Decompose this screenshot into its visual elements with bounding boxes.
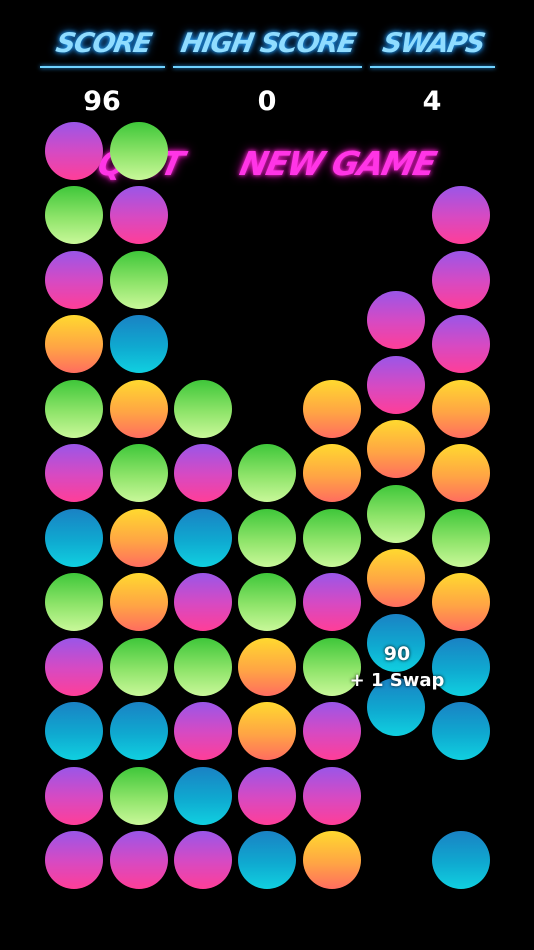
ball-magenta[interactable] [174, 831, 232, 889]
ball-orange[interactable] [432, 380, 490, 438]
ball-blue[interactable] [110, 702, 168, 760]
ball-orange[interactable] [238, 702, 296, 760]
ball-magenta[interactable] [45, 122, 103, 180]
ball-blue[interactable] [45, 702, 103, 760]
ball-orange[interactable] [303, 831, 361, 889]
ball-green[interactable] [303, 509, 361, 567]
ball-green[interactable] [45, 380, 103, 438]
ball-blue[interactable] [432, 702, 490, 760]
ball-green[interactable] [45, 573, 103, 631]
ball-green[interactable] [110, 767, 168, 825]
ball-orange[interactable] [303, 380, 361, 438]
ball-magenta[interactable] [174, 573, 232, 631]
ball-magenta[interactable] [110, 186, 168, 244]
ball-orange[interactable] [110, 509, 168, 567]
ball-magenta[interactable] [174, 702, 232, 760]
ball-orange[interactable] [110, 573, 168, 631]
ball-magenta[interactable] [45, 767, 103, 825]
ball-green[interactable] [238, 444, 296, 502]
ball-green[interactable] [432, 509, 490, 567]
ball-orange[interactable] [303, 444, 361, 502]
ball-magenta[interactable] [45, 638, 103, 696]
ball-magenta[interactable] [303, 767, 361, 825]
ball-magenta[interactable] [303, 702, 361, 760]
ball-magenta[interactable] [45, 444, 103, 502]
ball-green[interactable] [110, 638, 168, 696]
ball-green[interactable] [110, 251, 168, 309]
score-popup-points: 90 [383, 643, 411, 665]
ball-magenta[interactable] [45, 831, 103, 889]
ball-magenta[interactable] [174, 444, 232, 502]
ball-blue[interactable] [174, 509, 232, 567]
ball-magenta[interactable] [45, 251, 103, 309]
ball-magenta[interactable] [432, 315, 490, 373]
ball-orange[interactable] [367, 549, 425, 607]
score-popup-bonus: + 1 Swap [349, 670, 445, 691]
ball-blue[interactable] [110, 315, 168, 373]
ball-blue[interactable] [432, 831, 490, 889]
ball-green[interactable] [110, 122, 168, 180]
ball-magenta[interactable] [303, 573, 361, 631]
ball-magenta[interactable] [432, 186, 490, 244]
game-board [0, 0, 534, 950]
ball-green[interactable] [174, 380, 232, 438]
ball-orange[interactable] [238, 638, 296, 696]
ball-green[interactable] [45, 186, 103, 244]
ball-green[interactable] [238, 573, 296, 631]
ball-green[interactable] [174, 638, 232, 696]
ball-blue[interactable] [238, 831, 296, 889]
ball-orange[interactable] [45, 315, 103, 373]
ball-blue[interactable] [174, 767, 232, 825]
ball-orange[interactable] [110, 380, 168, 438]
ball-magenta[interactable] [238, 767, 296, 825]
ball-orange[interactable] [367, 420, 425, 478]
ball-magenta[interactable] [367, 356, 425, 414]
ball-orange[interactable] [432, 444, 490, 502]
ball-green[interactable] [238, 509, 296, 567]
ball-magenta[interactable] [432, 251, 490, 309]
ball-green[interactable] [110, 444, 168, 502]
ball-blue[interactable] [45, 509, 103, 567]
ball-magenta[interactable] [110, 831, 168, 889]
ball-orange[interactable] [432, 573, 490, 631]
ball-green[interactable] [367, 485, 425, 543]
ball-magenta[interactable] [367, 291, 425, 349]
